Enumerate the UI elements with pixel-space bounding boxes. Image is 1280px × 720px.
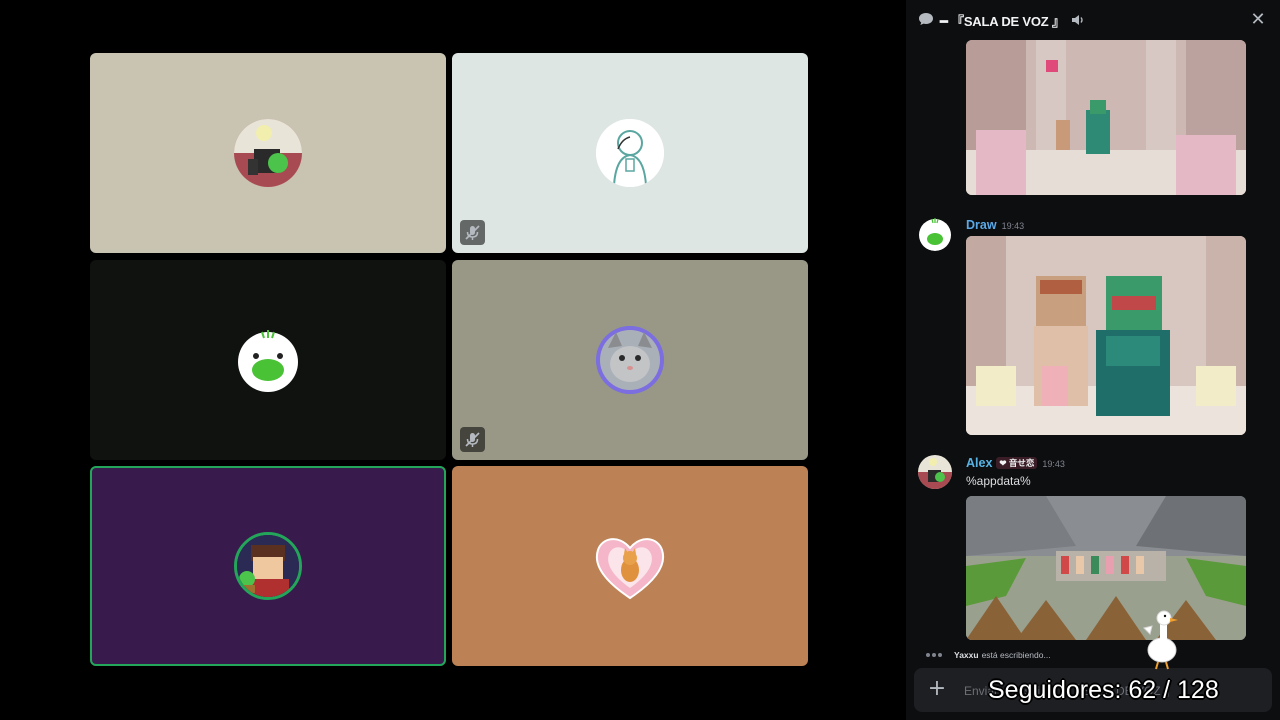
chat-panel: ━ 『SALA DE VOZ 』 ✕ Draw 19:43 Alex ❤ 音せ恋… [906, 0, 1280, 720]
sketch-character-avatar [596, 119, 664, 187]
voice-tile-5[interactable] [90, 466, 446, 666]
goose-icon [1138, 608, 1182, 670]
typing-text: está escribiendo... [981, 650, 1051, 660]
message-header: Draw 19:43 [966, 218, 1024, 232]
chat-bubble-icon [918, 11, 934, 30]
timestamp: 19:43 [1001, 221, 1025, 231]
message-text: %appdata% [966, 474, 1031, 488]
voice-tile-3[interactable] [90, 260, 446, 460]
image-attachment[interactable] [966, 236, 1246, 435]
avatar[interactable] [918, 455, 952, 489]
channel-title: ━ 『SALA DE VOZ 』 [940, 13, 1065, 29]
role-badge: ❤ 音せ恋 [996, 457, 1038, 469]
speaker-icon [1071, 11, 1085, 30]
image-attachment[interactable] [966, 40, 1246, 195]
typing-user: Yaxxu [954, 650, 979, 660]
pixel-boy-avatar [234, 532, 302, 600]
app-window: ━ 『SALA DE VOZ 』 ✕ Draw 19:43 Alex ❤ 音せ恋… [0, 0, 1280, 720]
chat-header: ━ 『SALA DE VOZ 』 ✕ [906, 0, 1280, 40]
avatar[interactable] [918, 217, 952, 251]
pixel-character-avatar [234, 119, 302, 187]
timestamp: 19:43 [1042, 459, 1065, 469]
mic-muted-icon [460, 427, 485, 452]
plus-icon: + [927, 676, 947, 701]
typing-dots-icon [926, 653, 942, 657]
message-header: Alex ❤ 音せ恋 19:43 [966, 456, 1065, 470]
voice-tile-6[interactable] [452, 466, 808, 666]
voice-tile-1[interactable] [90, 53, 446, 253]
voice-tile-4[interactable] [452, 260, 808, 460]
add-attachment-button[interactable]: + [926, 678, 948, 700]
typing-indicator: Yaxxu está escribiendo... [926, 650, 1051, 660]
cat-photo-avatar [596, 326, 664, 394]
author-name[interactable]: Draw [966, 218, 997, 232]
heart-cat-avatar [590, 526, 670, 606]
close-icon: ✕ [1250, 9, 1266, 30]
voice-tile-2[interactable] [452, 53, 808, 253]
mic-muted-icon [460, 220, 485, 245]
followers-counter: Seguidores: 62 / 128 [988, 676, 1219, 704]
image-attachment[interactable] [966, 496, 1246, 640]
author-name[interactable]: Alex [966, 456, 992, 470]
close-button[interactable]: ✕ [1248, 10, 1268, 30]
green-blob-avatar [234, 326, 302, 394]
